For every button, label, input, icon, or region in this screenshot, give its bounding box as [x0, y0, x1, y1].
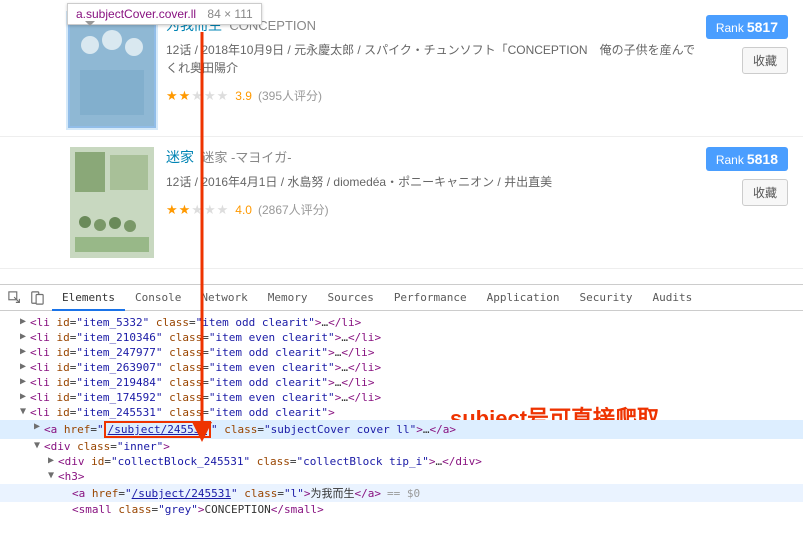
collect-button[interactable]: 收藏 [742, 179, 788, 206]
rating-score: 3.9 [235, 89, 252, 103]
disclosure-triangle-icon[interactable]: ▶ [18, 346, 28, 357]
collect-button[interactable]: 收藏 [742, 47, 788, 74]
dom-tree-line[interactable]: ▶<li id="item_247977" class="item odd cl… [0, 345, 803, 360]
devtools-tab-audits[interactable]: Audits [643, 285, 703, 311]
dom-tree-line[interactable]: ▼<div class="inner"> [0, 439, 803, 454]
disclosure-triangle-icon[interactable]: ▶ [18, 331, 28, 342]
disclosure-triangle-icon[interactable]: ▶ [18, 376, 28, 387]
disclosure-triangle-icon[interactable]: ▶ [18, 316, 28, 327]
dom-tree-line[interactable]: ▶<li id="item_5332" class="item odd clea… [0, 315, 803, 330]
dom-tree-line[interactable]: <small class="grey">CONCEPTION</small> [0, 502, 803, 517]
devtools-tab-elements[interactable]: Elements [52, 285, 125, 311]
dom-tree-line[interactable]: ▶<div id="collectBlock_245531" class="co… [0, 454, 803, 469]
rank-badge: Rank5817 [706, 15, 788, 39]
dom-tree-line[interactable]: ▼<h3> [0, 469, 803, 484]
highlighted-href: /subject/245531 [104, 421, 211, 438]
devtools-tab-memory[interactable]: Memory [258, 285, 318, 311]
item-meta: 12话 / 2018年10月9日 / 元永慶太郎 / スパイク・チュンソフト「C… [166, 41, 696, 77]
disclosure-triangle-icon[interactable]: ▶ [32, 421, 42, 432]
devtools-tab-security[interactable]: Security [570, 285, 643, 311]
rating-count: (395人评分) [258, 87, 322, 104]
devtools-tab-application[interactable]: Application [477, 285, 570, 311]
title-main: 迷家 [166, 149, 194, 165]
list-item: 迷家 迷家 -マヨイガ- 12话 / 2016年4月1日 / 水島努 / dio… [0, 137, 803, 269]
rating-score: 4.0 [235, 203, 252, 217]
devtools-tab-sources[interactable]: Sources [317, 285, 383, 311]
tooltip-dimensions: 84 × 111 [207, 7, 252, 21]
devtools-tabs: ElementsConsoleNetworkMemorySourcesPerfo… [0, 285, 803, 311]
dom-tree-line[interactable]: ▶<li id="item_210346" class="item even c… [0, 330, 803, 345]
subject-cover[interactable] [70, 15, 154, 126]
inspector-tooltip: a.subjectCover.cover.ll 84 × 111 [67, 3, 262, 25]
inspect-icon[interactable] [8, 291, 22, 305]
disclosure-triangle-icon[interactable]: ▼ [32, 440, 42, 451]
tooltip-arrow-icon [85, 21, 95, 26]
tooltip-selector: a.subjectCover.cover.ll [76, 7, 196, 21]
disclosure-triangle-icon[interactable]: ▼ [18, 406, 28, 417]
devtools-tab-performance[interactable]: Performance [384, 285, 477, 311]
disclosure-triangle-icon[interactable]: ▶ [18, 361, 28, 372]
title-sub: 迷家 -マヨイガ- [201, 150, 291, 165]
devtools-panel: ElementsConsoleNetworkMemorySourcesPerfo… [0, 284, 803, 521]
devtools-tab-network[interactable]: Network [191, 285, 257, 311]
item-title[interactable]: 迷家 迷家 -マヨイガ- [166, 147, 696, 167]
device-icon[interactable] [30, 291, 44, 305]
devtools-tab-console[interactable]: Console [125, 285, 191, 311]
dom-tree-line[interactable]: ▶<a href="/subject/245531" class="subjec… [0, 420, 803, 439]
dom-tree-line[interactable]: <a href="/subject/245531" class="l">为我而生… [0, 484, 803, 502]
dom-tree-line[interactable]: ▶<li id="item_174592" class="item even c… [0, 390, 803, 405]
item-meta: 12话 / 2016年4月1日 / 水島努 / diomedéa・ポニーキャニオ… [166, 173, 696, 191]
dom-tree-line[interactable]: ▶<li id="item_219484" class="item odd cl… [0, 375, 803, 390]
disclosure-triangle-icon[interactable]: ▶ [46, 455, 56, 466]
dom-tree-line[interactable]: ▶<li id="item_263907" class="item even c… [0, 360, 803, 375]
subject-cover[interactable] [70, 147, 154, 258]
dom-tree-line[interactable]: ▼<li id="item_245531" class="item odd cl… [0, 405, 803, 420]
disclosure-triangle-icon[interactable]: ▼ [46, 470, 56, 481]
rank-badge: Rank5818 [706, 147, 788, 171]
rating-count: (2867人评分) [258, 201, 329, 218]
star-rating-icon: ★★★★★ [166, 88, 229, 104]
star-rating-icon: ★★★★★ [166, 202, 229, 218]
disclosure-triangle-icon[interactable]: ▶ [18, 391, 28, 402]
